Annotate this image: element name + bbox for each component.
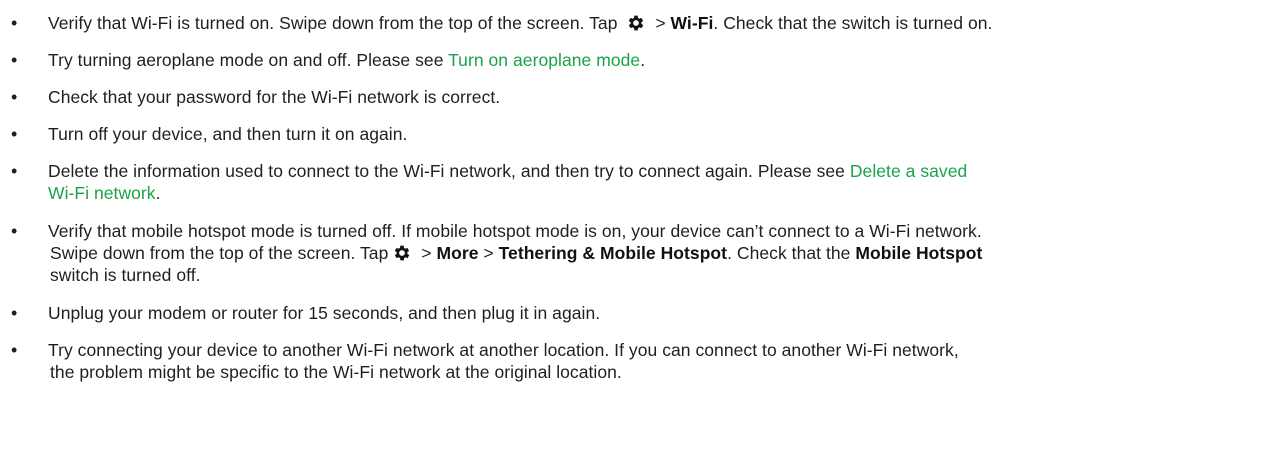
list-item: • Try turning aeroplane mode on and off.… xyxy=(0,49,1263,71)
more-label: More xyxy=(436,243,479,263)
tip-text-line: Swipe down from the top of the screen. T… xyxy=(48,242,1255,264)
tip-text: the problem might be specific to the Wi-… xyxy=(50,362,622,382)
tip-text: Try connecting your device to another Wi… xyxy=(48,340,959,360)
delete-saved-wifi-link[interactable]: Delete a saved xyxy=(850,161,967,181)
tip-text: . xyxy=(640,50,646,70)
tip-text: Verify that mobile hotspot mode is turne… xyxy=(48,221,982,241)
tip-text: Delete the information used to connect t… xyxy=(48,161,850,181)
tip-text: Check that your password for the Wi-Fi n… xyxy=(48,87,501,107)
tip-text: Try turning aeroplane mode on and off. P… xyxy=(48,50,449,70)
tips-list: • Verify that Wi-Fi is turned on. Swipe … xyxy=(0,0,1263,383)
list-item: • Check that your password for the Wi-Fi… xyxy=(0,86,1263,108)
tip-text: Swipe down from the top of the screen. T… xyxy=(50,243,389,263)
tip-text: . Check that the switch is turned on. xyxy=(713,13,993,33)
bullet: • xyxy=(11,303,18,323)
list-item: • Turn off your device, and then turn it… xyxy=(0,123,1263,145)
list-item: • Verify that Wi-Fi is turned on. Swipe … xyxy=(0,12,1263,34)
bullet: • xyxy=(11,87,18,107)
separator: > xyxy=(416,243,437,263)
mobile-hotspot-label: Mobile Hotspot xyxy=(855,243,983,263)
delete-saved-wifi-link-cont[interactable]: Wi-Fi network xyxy=(48,183,156,203)
bullet: • xyxy=(11,221,18,241)
bullet: • xyxy=(11,50,18,70)
gear-icon xyxy=(395,245,410,261)
turn-on-aeroplane-mode-link[interactable]: Turn on aeroplane mode xyxy=(448,50,640,70)
tip-text: Unplug your modem or router for 15 secon… xyxy=(48,303,601,323)
wifi-label: Wi-Fi xyxy=(670,13,714,33)
bullet: • xyxy=(11,340,18,360)
list-item: • Try connecting your device to another … xyxy=(0,339,1263,383)
list-item: • Unplug your modem or router for 15 sec… xyxy=(0,302,1263,324)
bullet: • xyxy=(11,124,18,144)
tip-text: Turn off your device, and then turn it o… xyxy=(48,124,408,144)
list-item: • Verify that mobile hotspot mode is tur… xyxy=(0,220,1263,286)
separator: > xyxy=(655,13,671,33)
list-item: • Delete the information used to connect… xyxy=(0,160,1263,204)
separator: > xyxy=(478,243,499,263)
tethering-label: Tethering & Mobile Hotspot xyxy=(498,243,728,263)
gear-icon xyxy=(629,15,644,31)
troubleshooting-document: • Verify that Wi-Fi is turned on. Swipe … xyxy=(0,0,1263,459)
tip-text: switch is turned off. xyxy=(50,265,201,285)
tip-text: Verify that Wi-Fi is turned on. Swipe do… xyxy=(48,13,618,33)
tip-text: . xyxy=(155,183,161,203)
bullet: • xyxy=(11,161,18,181)
tip-text: . Check that the xyxy=(727,243,856,263)
bullet: • xyxy=(11,13,18,33)
